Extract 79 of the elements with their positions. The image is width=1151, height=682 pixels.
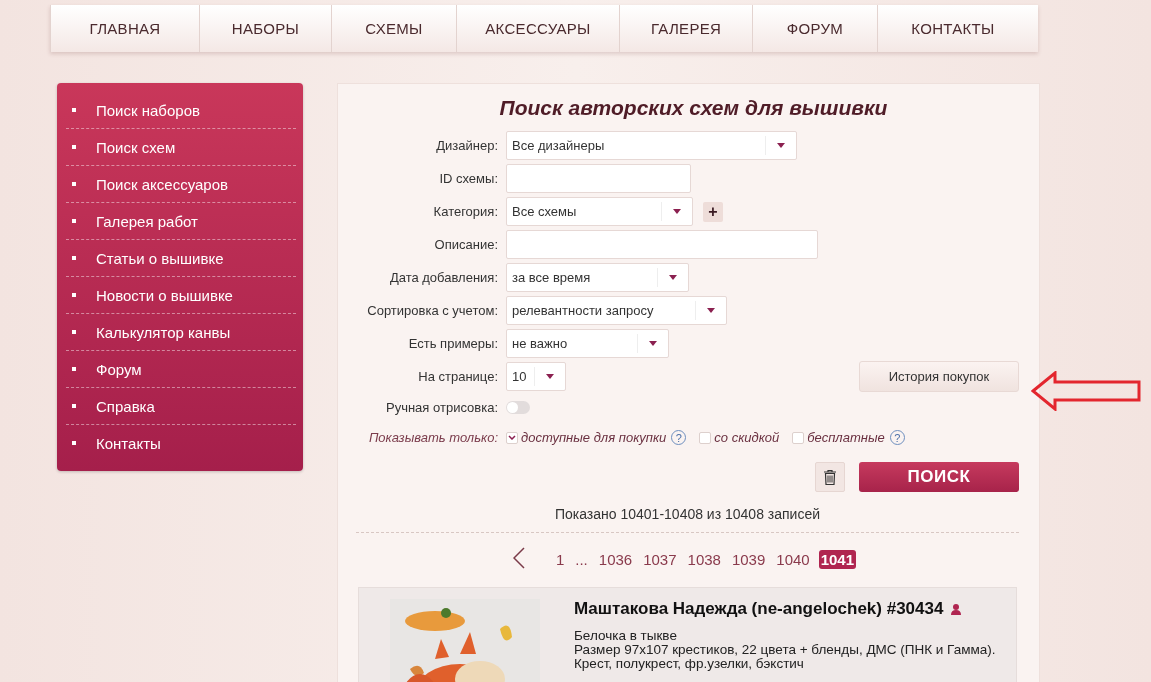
caret-icon — [777, 143, 785, 148]
page-link[interactable]: 1037 — [641, 550, 679, 569]
caret-icon — [707, 308, 715, 313]
bullet-icon — [72, 219, 76, 223]
select-field[interactable]: за все время — [506, 263, 689, 292]
input-field[interactable] — [506, 164, 691, 193]
page-link[interactable]: 1038 — [685, 550, 723, 569]
add-button[interactable]: + — [703, 201, 723, 222]
caret-icon — [673, 209, 681, 214]
page-link[interactable]: ... — [573, 550, 590, 569]
input-field[interactable] — [506, 230, 818, 259]
sidebar-link[interactable]: Галерея работ — [66, 203, 296, 240]
filter-label: Показывать только: — [367, 430, 498, 445]
field-label: Описание: — [433, 237, 498, 252]
field-label: ID схемы: — [438, 171, 498, 186]
history-button[interactable]: История покупок — [859, 361, 1019, 392]
result-description: Белочка в тыкве — [574, 629, 678, 643]
sidebar-link[interactable]: Контакты — [66, 425, 296, 461]
checkbox-label: доступные для покупки — [521, 430, 667, 445]
page-link[interactable]: 1040 — [774, 550, 812, 569]
sidebar-link[interactable]: Форум — [66, 351, 296, 388]
user-icon — [951, 603, 962, 615]
select-field[interactable]: Все дизайнеры — [506, 131, 797, 160]
bullet-icon — [72, 182, 76, 186]
select-field[interactable]: не важно — [506, 329, 669, 358]
select-field[interactable]: релевантности запросу — [506, 296, 727, 325]
bullet-icon — [72, 293, 76, 297]
panel-title: Поиск авторских схем для вышивки — [498, 96, 889, 120]
field-label: Есть примеры: — [407, 336, 498, 351]
bullet-icon — [72, 256, 76, 260]
checkbox-label: бесплатные — [807, 430, 885, 445]
sidebar-link[interactable]: Поиск аксессуаров — [66, 166, 296, 203]
results-summary: Показано 10401-10408 из 10408 записей — [356, 506, 1019, 533]
caret-icon — [546, 374, 554, 379]
caret-icon — [649, 341, 657, 346]
sidebar-link[interactable]: Поиск наборов — [66, 92, 296, 129]
field-label: Дата добавления: — [388, 270, 498, 285]
result-description: Размер 97x107 крестиков, 22 цвета + бленды, ДМС (ПНК и Гамма). — [574, 643, 997, 657]
page-link[interactable]: 1039 — [729, 550, 768, 569]
nav-link[interactable]: ГАЛЕРЕЯ — [619, 5, 752, 52]
checkbox[interactable] — [506, 431, 518, 444]
field-label: Ручная отрисовка: — [385, 399, 498, 415]
toggle-switch[interactable] — [506, 400, 530, 414]
trash-icon — [824, 469, 836, 485]
checkbox[interactable] — [699, 431, 712, 444]
nav-link[interactable]: КОНТАКТЫ — [877, 5, 1028, 52]
bullet-icon — [72, 108, 76, 112]
page-link[interactable]: 1 — [553, 550, 567, 569]
nav-link[interactable]: АКСЕССУАРЫ — [456, 5, 619, 52]
caret-icon — [669, 275, 677, 280]
nav-link[interactable]: НАБОРЫ — [199, 5, 331, 52]
bullet-icon — [72, 404, 76, 408]
field-label: Категория: — [432, 204, 498, 219]
bullet-icon — [72, 441, 76, 445]
nav-link[interactable]: ФОРУМ — [752, 5, 877, 52]
page-link[interactable]: 1036 — [596, 550, 635, 569]
bullet-icon — [72, 367, 76, 371]
bullet-icon — [72, 145, 76, 149]
sidebar-link[interactable]: Справка — [66, 388, 296, 425]
check-icon — [508, 435, 516, 440]
sidebar-link[interactable]: Новости о вышивке — [66, 277, 296, 314]
nav-link[interactable]: ГЛАВНАЯ — [50, 5, 199, 52]
sidebar-link[interactable]: Поиск схем — [66, 129, 296, 166]
select-field[interactable]: 10 — [506, 362, 566, 391]
search-button[interactable]: ПОИСК — [859, 462, 1019, 492]
checkbox-label: со скидкой — [714, 430, 780, 445]
result-title[interactable]: Маштакова Надежда (ne-angelochek) #30434 — [574, 599, 944, 619]
result-description: Крест, полукрест, фр.узелки, бэкстич — [574, 657, 805, 671]
delete-button[interactable] — [815, 462, 845, 492]
field-label: Дизайнер: — [435, 138, 498, 153]
page-link[interactable]: 1041 — [818, 550, 857, 569]
select-field[interactable]: Все схемы — [506, 197, 693, 226]
checkbox[interactable] — [792, 431, 805, 444]
sidebar-link[interactable]: Калькулятор канвы — [66, 314, 296, 351]
field-label: На странице: — [417, 369, 498, 384]
bullet-icon — [72, 330, 76, 334]
field-label: Сортировка с учетом: — [366, 303, 498, 318]
nav-link[interactable]: СХЕМЫ — [331, 5, 456, 52]
sidebar-link[interactable]: Статьи о вышивке — [66, 240, 296, 277]
